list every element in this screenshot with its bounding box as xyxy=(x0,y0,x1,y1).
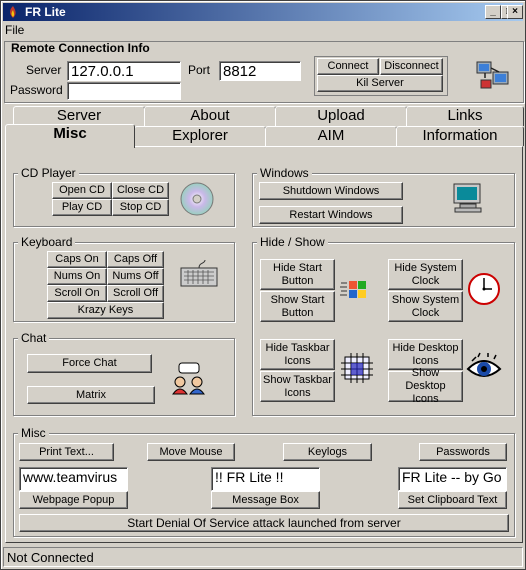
close-button[interactable]: × xyxy=(507,5,523,19)
play-cd-button[interactable]: Play CD xyxy=(52,199,112,216)
nums-off-button[interactable]: Nums Off xyxy=(107,268,164,285)
tab-about[interactable]: About xyxy=(144,106,276,126)
show-system-clock-button[interactable]: Show System Clock xyxy=(388,291,463,322)
caps-off-button[interactable]: Caps Off xyxy=(107,251,164,268)
nums-on-button[interactable]: Nums On xyxy=(47,268,107,285)
server-input[interactable]: 127.0.0.1 xyxy=(67,61,181,81)
print-text-button[interactable]: Print Text... xyxy=(19,443,114,461)
tab-upload[interactable]: Upload xyxy=(275,106,407,126)
taskbar-grid-icon xyxy=(341,353,373,383)
scroll-on-button[interactable]: Scroll On xyxy=(47,285,107,302)
open-cd-button[interactable]: Open CD xyxy=(52,182,112,199)
tab-links[interactable]: Links xyxy=(406,106,524,126)
webpage-popup-button[interactable]: Webpage Popup xyxy=(19,491,128,509)
minimize-button[interactable]: _ xyxy=(485,5,501,19)
cd-player-title: CD Player xyxy=(18,166,79,180)
windows-title: Windows xyxy=(257,166,312,180)
set-clipboard-button[interactable]: Set Clipboard Text xyxy=(398,491,507,509)
close-cd-button[interactable]: Close CD xyxy=(112,182,169,199)
scroll-off-button[interactable]: Scroll Off xyxy=(107,285,164,302)
password-input[interactable] xyxy=(67,82,181,100)
clipboard-text-input[interactable]: FR Lite -- by Go xyxy=(398,467,507,491)
password-label: Password xyxy=(10,83,63,97)
passwords-button[interactable]: Passwords xyxy=(419,443,507,461)
show-desktop-icons-button[interactable]: Show Desktop Icons xyxy=(388,367,463,405)
misc-title: Misc xyxy=(18,426,49,440)
hide-taskbar-icons-button[interactable]: Hide Taskbar Icons xyxy=(260,339,335,370)
app-flame-icon xyxy=(10,6,16,18)
keyboard-icon xyxy=(180,259,218,287)
webpage-url-input[interactable]: www.teamvirus xyxy=(19,467,128,491)
stop-cd-button[interactable]: Stop CD xyxy=(112,199,169,216)
status-bar: Not Connected xyxy=(3,547,523,567)
cd-disc-icon xyxy=(180,182,214,216)
move-mouse-button[interactable]: Move Mouse xyxy=(147,443,235,461)
server-label: Server xyxy=(26,63,62,77)
caps-on-button[interactable]: Caps On xyxy=(47,251,107,268)
show-taskbar-icons-button[interactable]: Show Taskbar Icons xyxy=(260,371,335,402)
main-window: FR Lite _ □ × File Remote Connection Inf… xyxy=(0,0,526,570)
connect-button[interactable]: Connect xyxy=(317,58,379,75)
show-start-button[interactable]: Show Start Button xyxy=(260,291,335,322)
chat-title: Chat xyxy=(18,331,50,345)
shutdown-windows-button[interactable]: Shutdown Windows xyxy=(259,182,403,200)
remote-title: Remote Connection Info xyxy=(11,41,150,55)
dos-attack-button[interactable]: Start Denial Of Service attack launched … xyxy=(19,514,509,532)
matrix-button[interactable]: Matrix xyxy=(27,386,155,404)
hide-show-title: Hide / Show xyxy=(257,235,328,249)
keylogs-button[interactable]: Keylogs xyxy=(283,443,372,461)
menu-bar: File xyxy=(5,23,24,39)
tab-information[interactable]: Information xyxy=(396,126,524,146)
eye-icon xyxy=(466,352,502,377)
restart-windows-button[interactable]: Restart Windows xyxy=(259,206,403,224)
tab-server[interactable]: Server xyxy=(13,106,145,126)
hide-start-button[interactable]: Hide Start Button xyxy=(260,259,335,290)
chat-people-icon xyxy=(172,362,205,395)
window-title: FR Lite xyxy=(25,5,66,19)
hide-desktop-icons-button[interactable]: Hide Desktop Icons xyxy=(388,339,463,370)
windows-logo-icon xyxy=(340,281,366,298)
port-label: Port xyxy=(188,63,211,77)
computer-icon xyxy=(453,183,482,213)
clock-icon xyxy=(468,273,500,305)
disconnect-button[interactable]: Disconnect xyxy=(380,58,443,75)
keyboard-title: Keyboard xyxy=(18,235,76,249)
title-bar[interactable]: FR Lite _ □ xyxy=(3,3,523,21)
tab-aim[interactable]: AIM xyxy=(265,126,397,146)
kill-server-button[interactable]: Kil Server xyxy=(317,75,443,92)
tab-explorer[interactable]: Explorer xyxy=(134,126,266,146)
krazy-keys-button[interactable]: Krazy Keys xyxy=(47,302,164,319)
hide-system-clock-button[interactable]: Hide System Clock xyxy=(388,259,463,290)
message-text-input[interactable]: !! FR Lite !! xyxy=(211,467,320,491)
message-box-button[interactable]: Message Box xyxy=(211,491,320,509)
network-computers-icon xyxy=(476,61,509,89)
tab-misc[interactable]: Misc xyxy=(5,124,135,148)
force-chat-button[interactable]: Force Chat xyxy=(27,354,152,373)
port-input[interactable]: 8812 xyxy=(219,61,301,81)
menu-file[interactable]: File xyxy=(5,23,24,37)
